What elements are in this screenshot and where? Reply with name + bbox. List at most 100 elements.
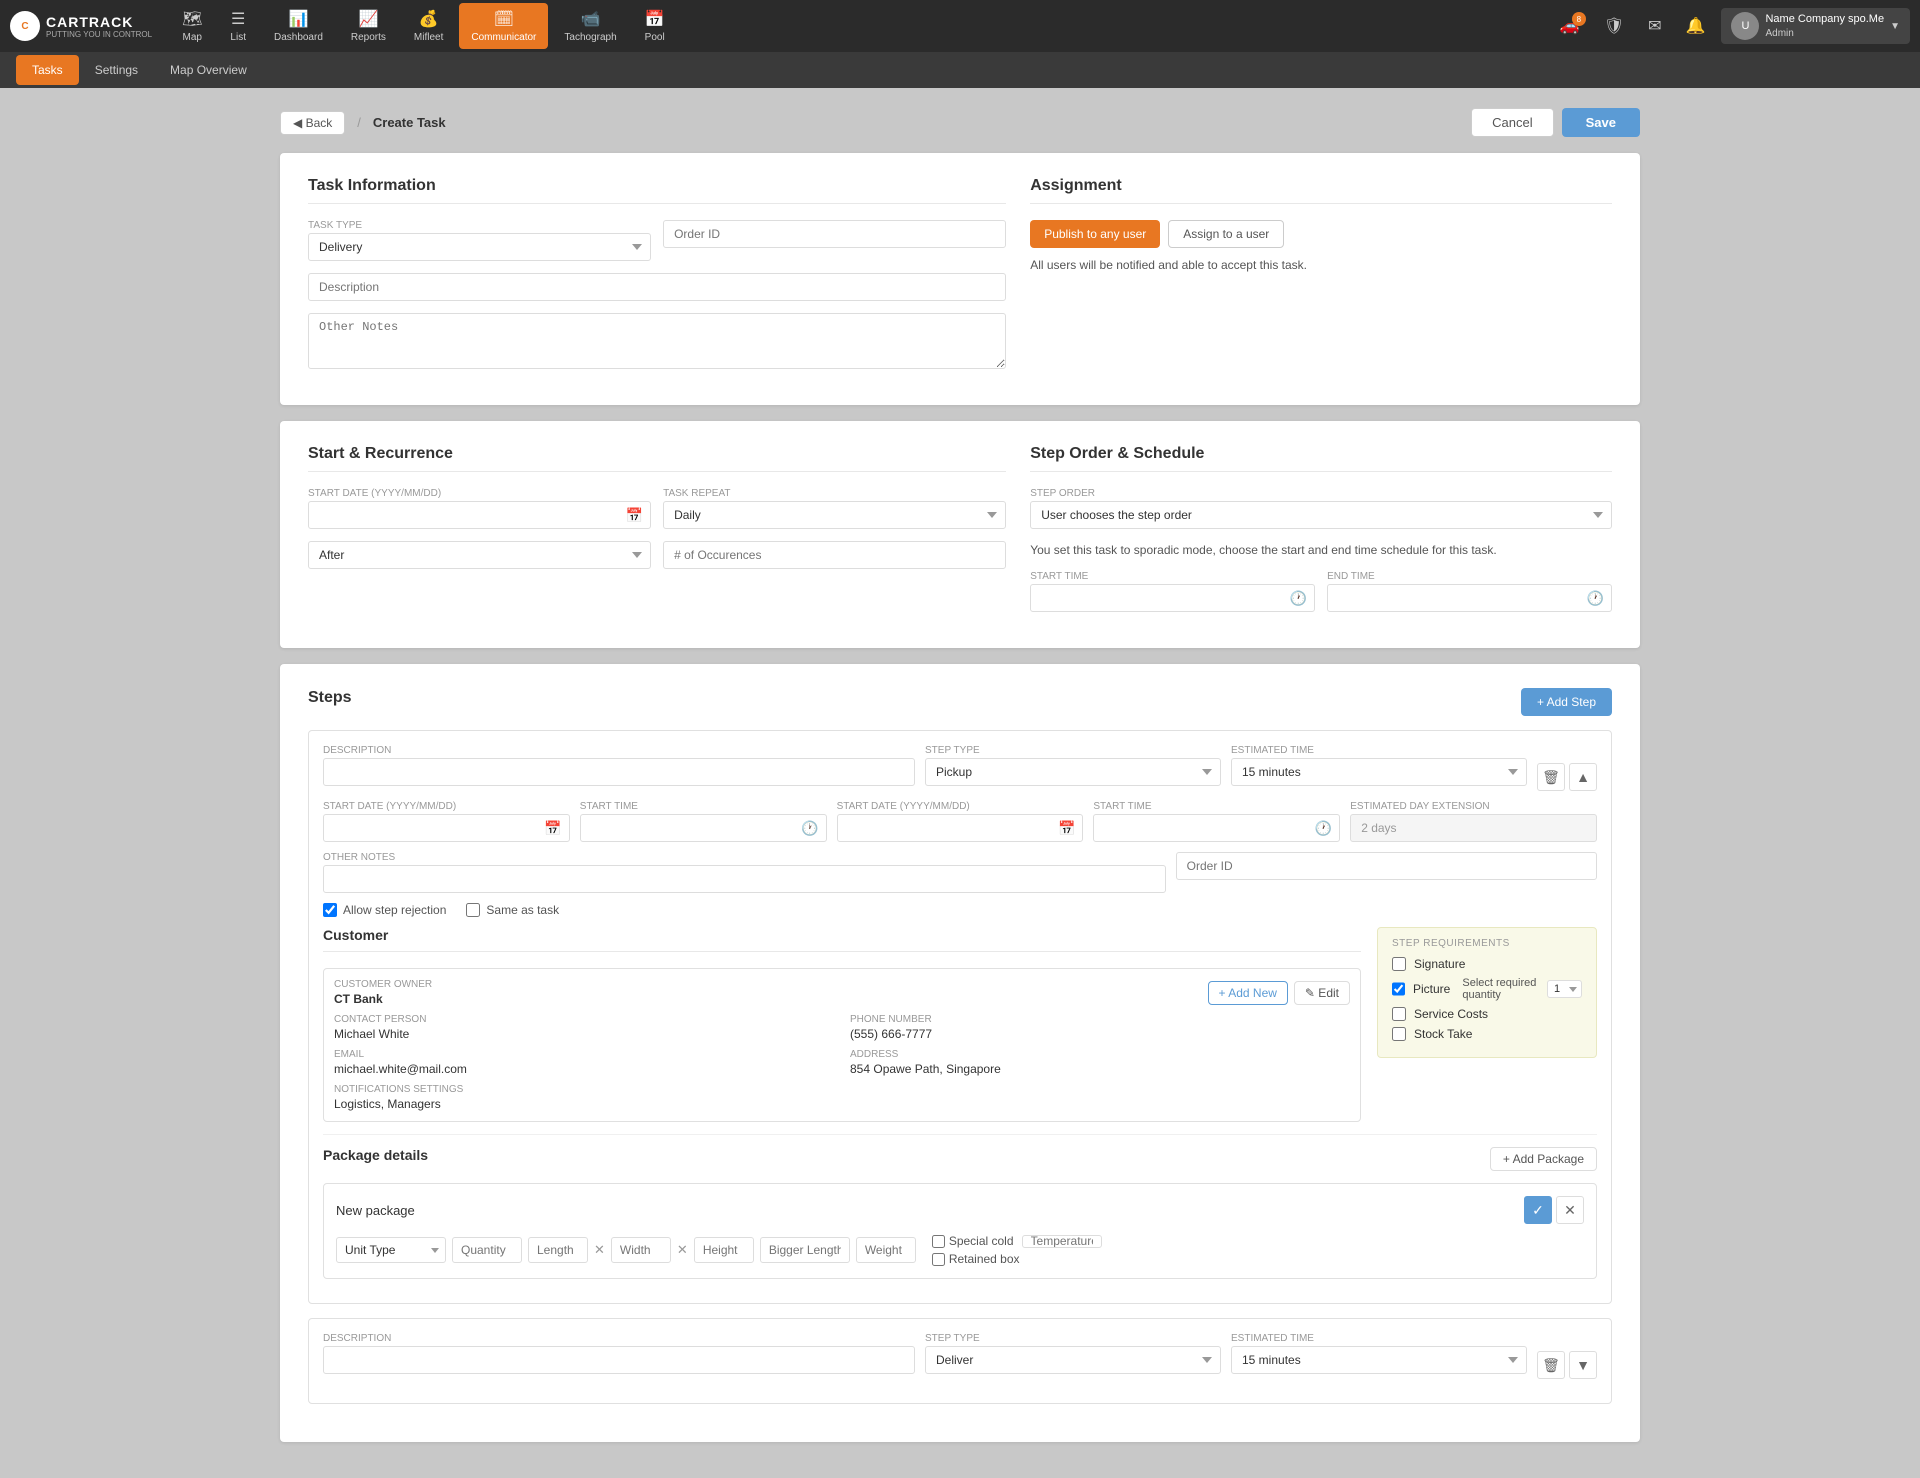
clock-icon-end[interactable]: 🕐	[1587, 590, 1604, 607]
occurrences-input[interactable]	[663, 541, 1006, 569]
step1-end-time-input[interactable]: 10:00 AM	[1093, 814, 1340, 842]
step1-start-time-input[interactable]: 09:00 AM	[580, 814, 827, 842]
map-icon: 🗺	[182, 9, 202, 29]
order-id-input[interactable]	[663, 220, 1006, 248]
req-picture-qty[interactable]: 1	[1547, 980, 1582, 998]
step1-calendar-end-icon[interactable]: 📅	[1058, 820, 1075, 837]
task-repeat-label: TASK REPEAT	[663, 488, 1006, 499]
bell-icon-btn[interactable]: 🔔	[1678, 12, 1714, 40]
task-info-card: Task Information TASK TYPE Delivery	[280, 153, 1640, 405]
step1-notes-label: OTHER NOTES	[323, 852, 1166, 863]
step1-desc-label: DESCRIPTION	[323, 745, 915, 756]
start-date-input[interactable]: 2018/10/26	[308, 501, 651, 529]
edit-customer-button[interactable]: ✎ Edit	[1294, 981, 1350, 1005]
step1-clock-end-icon[interactable]: 🕐	[1315, 820, 1332, 837]
special-cold-checkbox[interactable]	[932, 1235, 945, 1248]
step1-end-time-label: START TIME	[1093, 801, 1340, 812]
sec-nav-settings[interactable]: Settings	[79, 55, 154, 85]
sec-nav-tasks[interactable]: Tasks	[16, 55, 79, 85]
add-new-customer-button[interactable]: + Add New	[1208, 981, 1288, 1005]
nav-tachograph[interactable]: 📹 Tachograph	[552, 3, 628, 49]
quantity-input[interactable]	[452, 1237, 522, 1263]
req-stock-take-checkbox[interactable]	[1392, 1027, 1406, 1041]
clock-icon[interactable]: 🕐	[1290, 590, 1307, 607]
step1-end-date-input[interactable]: 2018/10/26	[837, 814, 1084, 842]
step2-est-group: ESTIMATED TIME 15 minutes	[1231, 1333, 1527, 1374]
step2-expand-button[interactable]: ▼	[1569, 1351, 1597, 1379]
cancel-button[interactable]: Cancel	[1471, 108, 1553, 137]
retained-box-label[interactable]: Retained box	[932, 1252, 1102, 1266]
allow-reject-checkbox[interactable]	[323, 903, 337, 917]
task-type-select[interactable]: Delivery	[308, 233, 651, 261]
shield-icon-btn[interactable]: 🛡	[1596, 12, 1632, 40]
step1-order-id-input[interactable]	[1176, 852, 1597, 880]
end-time-input[interactable]: 05:00 PM	[1327, 584, 1612, 612]
step1-est-select[interactable]: 15 minutes	[1231, 758, 1527, 786]
repeat-end-select[interactable]: After	[308, 541, 651, 569]
breadcrumb-bar: ◀ Back / Create Task Cancel Save	[280, 108, 1640, 137]
step1-notes-input[interactable]: Pickup car keys, talk to Anna Kealey in …	[323, 865, 1166, 893]
req-picture-checkbox[interactable]	[1392, 982, 1405, 996]
width-input[interactable]	[611, 1237, 671, 1263]
back-button[interactable]: ◀ Back	[280, 111, 345, 135]
step-order-select[interactable]: User chooses the step order	[1030, 501, 1612, 529]
temperature-input[interactable]	[1022, 1235, 1102, 1248]
allow-reject-label[interactable]: Allow step rejection	[323, 903, 446, 917]
step2-est-select[interactable]: 15 minutes	[1231, 1346, 1527, 1374]
vehicle-alert-btn[interactable]: 🚗 8	[1552, 12, 1588, 40]
step2-description-input[interactable]: Deliver vehicle and documents	[323, 1346, 915, 1374]
calendar-icon[interactable]: 📅	[626, 507, 643, 524]
same-as-task-checkbox[interactable]	[466, 903, 480, 917]
sec-nav-map-overview[interactable]: Map Overview	[154, 55, 263, 85]
nav-mifleet[interactable]: 💰 Mifleet	[402, 3, 455, 49]
message-icon-btn[interactable]: ✉	[1640, 12, 1669, 40]
nav-pool[interactable]: 📅 Pool	[633, 3, 677, 49]
step2-type-select[interactable]: Deliver	[925, 1346, 1221, 1374]
step1-collapse-button[interactable]: ▲	[1569, 763, 1597, 791]
retained-box-checkbox[interactable]	[932, 1253, 945, 1266]
bigger-length-input[interactable]	[760, 1237, 850, 1263]
req-service-costs-checkbox[interactable]	[1392, 1007, 1406, 1021]
header-actions: Cancel Save	[1471, 108, 1640, 137]
step2-est-label: ESTIMATED TIME	[1231, 1333, 1527, 1344]
nav-map[interactable]: 🗺 Map	[170, 3, 214, 49]
pkg-confirm-button[interactable]: ✓	[1524, 1196, 1552, 1224]
save-button[interactable]: Save	[1562, 108, 1640, 137]
publish-any-user-button[interactable]: Publish to any user	[1030, 220, 1160, 248]
step1-desc-group: DESCRIPTION Pickup car keys	[323, 745, 915, 786]
step1-start-date-input[interactable]: 2018/10/26	[323, 814, 570, 842]
assign-buttons: Publish to any user Assign to a user	[1030, 220, 1612, 248]
other-notes-input[interactable]	[308, 313, 1006, 369]
req-signature-checkbox[interactable]	[1392, 957, 1406, 971]
step1-description-input[interactable]: Pickup car keys	[323, 758, 915, 786]
add-package-button[interactable]: + Add Package	[1490, 1147, 1597, 1171]
step1-clock-icon[interactable]: 🕐	[801, 820, 818, 837]
logo[interactable]: C CARTRACK PUTTING YOU IN CONTROL	[10, 11, 152, 41]
height-input[interactable]	[694, 1237, 754, 1263]
weight-input[interactable]	[856, 1237, 916, 1263]
pkg-remove-button[interactable]: ✕	[1556, 1196, 1584, 1224]
assign-to-user-button[interactable]: Assign to a user	[1168, 220, 1284, 248]
same-as-task-label[interactable]: Same as task	[466, 903, 559, 917]
step-req-card: STEP REQUIREMENTS Signature Picture Sele…	[1377, 927, 1597, 1058]
unit-type-select[interactable]: Unit Type	[336, 1237, 446, 1263]
nav-list[interactable]: ☰ List	[218, 3, 258, 49]
special-cold-label[interactable]: Special cold	[932, 1234, 1102, 1248]
add-step-button[interactable]: + Add Step	[1521, 688, 1612, 716]
user-menu[interactable]: U Name Company spo.Me Admin ▼	[1721, 8, 1910, 44]
description-input[interactable]	[308, 273, 1006, 301]
start-time-input[interactable]: 09:00 AM	[1030, 584, 1315, 612]
start-date-label: START DATE (YYYY/MM/DD)	[308, 488, 651, 499]
step1-end-date-label: START DATE (YYYY/MM/DD)	[837, 801, 1084, 812]
step1-calendar-icon[interactable]: 📅	[544, 820, 561, 837]
phone-cell: PHONE NUMBER (555) 666-7777	[850, 1014, 1350, 1041]
length-input[interactable]	[528, 1237, 588, 1263]
nav-communicator[interactable]: 🗓 Communicator	[459, 3, 548, 49]
start-recurrence-left: Start & Recurrence START DATE (YYYY/MM/D…	[308, 445, 1006, 624]
nav-reports[interactable]: 📈 Reports	[339, 3, 398, 49]
task-repeat-select[interactable]: Daily	[663, 501, 1006, 529]
step2-delete-button[interactable]: 🗑	[1537, 1351, 1565, 1379]
step1-type-select[interactable]: Pickup	[925, 758, 1221, 786]
nav-dashboard[interactable]: 📊 Dashboard	[262, 3, 335, 49]
step1-delete-button[interactable]: 🗑	[1537, 763, 1565, 791]
